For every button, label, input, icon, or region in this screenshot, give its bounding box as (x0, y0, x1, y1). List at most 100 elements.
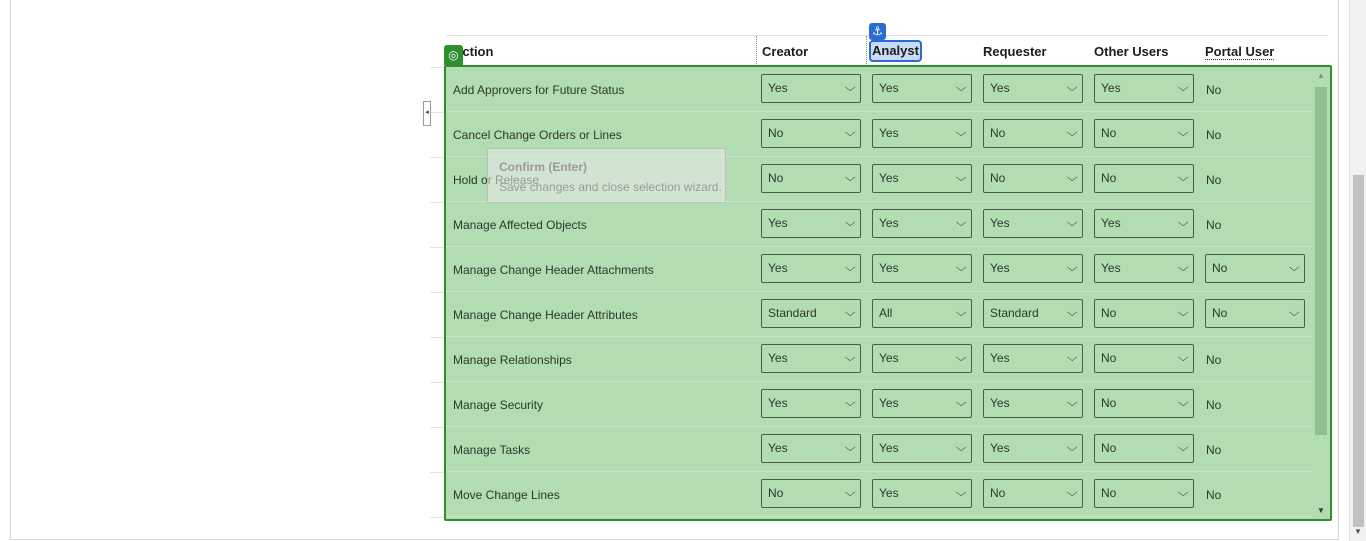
select-value: Yes (879, 216, 899, 230)
selection-overlay[interactable]: Add Approvers for Future Status Yes ⌵ Yes ⌵ Y… (444, 65, 1332, 521)
select-value: No (1101, 351, 1117, 365)
page-scrollbar-thumb[interactable] (1353, 175, 1364, 527)
analyst-select[interactable]: Yes ⌵ (872, 479, 972, 508)
select-value: Yes (879, 171, 899, 185)
chevron-down-icon: ⌵ (844, 217, 856, 229)
chevron-down-icon: ⌵ (1177, 442, 1189, 454)
creator-select[interactable]: Yes ⌵ (761, 344, 861, 373)
select-value: Yes (768, 81, 788, 95)
select-value: No (990, 126, 1006, 140)
analyst-select[interactable]: Yes ⌵ (872, 254, 972, 283)
requester-select[interactable]: No ⌵ (983, 479, 1083, 508)
scroll-down-arrow-icon[interactable]: ▼ (1317, 506, 1325, 515)
requester-select[interactable]: Yes ⌵ (983, 434, 1083, 463)
other-users-select[interactable]: Yes ⌵ (1094, 254, 1194, 283)
analyst-select[interactable]: Yes ⌵ (872, 164, 972, 193)
action-label: Manage Change Header Attributes (453, 308, 638, 322)
select-value: No (1101, 126, 1117, 140)
select-value: Yes (879, 486, 899, 500)
requester-select[interactable]: Yes ⌵ (983, 209, 1083, 238)
select-value: Yes (879, 396, 899, 410)
select-value: Yes (990, 261, 1010, 275)
analyst-select[interactable]: Yes ⌵ (872, 344, 972, 373)
portal-user-value: No (1206, 128, 1222, 142)
requester-select[interactable]: Yes ⌵ (983, 389, 1083, 418)
scroll-down-arrow-icon[interactable]: ▼ (1354, 528, 1362, 536)
chevron-down-icon: ⌵ (1288, 307, 1300, 319)
analyst-select[interactable]: Yes ⌵ (872, 434, 972, 463)
select-value: No (768, 486, 784, 500)
other-users-select[interactable]: No ⌵ (1094, 389, 1194, 418)
header-portal-user[interactable]: Portal User (1205, 44, 1275, 60)
select-value: Yes (990, 396, 1010, 410)
page-scrollbar[interactable]: ▼ (1349, 0, 1366, 541)
anchor-icon[interactable]: ⚓ (869, 23, 886, 40)
chevron-down-icon: ⌵ (955, 442, 967, 454)
portal-user-value: No (1206, 353, 1222, 367)
creator-select[interactable]: No ⌵ (761, 479, 861, 508)
creator-select[interactable]: Standard ⌵ (761, 299, 861, 328)
scroll-up-arrow-icon[interactable]: ▲ (1317, 71, 1325, 80)
select-value: No (768, 126, 784, 140)
chevron-down-icon: ⌵ (1066, 397, 1078, 409)
creator-select[interactable]: Yes ⌵ (761, 254, 861, 283)
requester-select[interactable]: No ⌵ (983, 119, 1083, 148)
creator-select[interactable]: Yes ⌵ (761, 209, 861, 238)
action-label: Manage Tasks (453, 443, 531, 457)
select-value: Yes (879, 441, 899, 455)
requester-select[interactable]: Standard ⌵ (983, 299, 1083, 328)
other-users-select[interactable]: Yes ⌵ (1094, 74, 1194, 103)
other-users-select[interactable]: No ⌵ (1094, 344, 1194, 373)
grid-scrollbar-thumb[interactable] (1315, 87, 1327, 435)
grid-scrollbar[interactable]: ▲ ▼ (1315, 71, 1327, 517)
creator-select[interactable]: No ⌵ (761, 164, 861, 193)
select-value: No (1101, 306, 1117, 320)
requester-select[interactable]: Yes ⌵ (983, 344, 1083, 373)
select-value: Standard (990, 306, 1039, 320)
collapse-left-icon[interactable]: ◂ (423, 101, 431, 126)
chevron-down-icon: ⌵ (844, 307, 856, 319)
analyst-select[interactable]: Yes ⌵ (872, 389, 972, 418)
table-row: Add Approvers for Future Status Yes ⌵ Yes ⌵ Y… (446, 67, 1312, 112)
chevron-down-icon: ⌵ (844, 172, 856, 184)
tooltip-title: Confirm (Enter) (499, 160, 587, 174)
portal-user-value: No (1206, 83, 1222, 97)
requester-select[interactable]: Yes ⌵ (983, 254, 1083, 283)
requester-select[interactable]: Yes ⌵ (983, 74, 1083, 103)
header-creator[interactable]: Creator (762, 44, 808, 59)
select-value: No (1101, 171, 1117, 185)
action-label: Manage Security (453, 398, 544, 412)
select-value: Yes (879, 351, 899, 365)
other-users-select[interactable]: No ⌵ (1094, 299, 1194, 328)
creator-select[interactable]: Yes ⌵ (761, 389, 861, 418)
creator-select[interactable]: No ⌵ (761, 119, 861, 148)
creator-select[interactable]: Yes ⌵ (761, 74, 861, 103)
chevron-down-icon: ⌵ (1177, 397, 1189, 409)
chevron-down-icon: ⌵ (955, 172, 967, 184)
table-row: Manage Affected Objects Yes ⌵ Yes ⌵ Yes ⌵ Yes ⌵ N… (446, 202, 1312, 247)
header-other-users[interactable]: Other Users (1094, 44, 1168, 59)
creator-select[interactable]: Yes ⌵ (761, 434, 861, 463)
tooltip-description: Save changes and close selection wizard. (499, 180, 722, 194)
action-label: Move Change Lines (453, 488, 560, 502)
table-row: Move Change Lines No ⌵ Yes ⌵ No ⌵ No ⌵ No (446, 472, 1312, 517)
select-value: Yes (879, 81, 899, 95)
other-users-select[interactable]: No ⌵ (1094, 479, 1194, 508)
analyst-select[interactable]: All ⌵ (872, 299, 972, 328)
other-users-select[interactable]: No ⌵ (1094, 164, 1194, 193)
analyst-select[interactable]: Yes ⌵ (872, 209, 972, 238)
analyst-select[interactable]: Yes ⌵ (872, 119, 972, 148)
requester-select[interactable]: No ⌵ (983, 164, 1083, 193)
target-icon[interactable]: ◎ (444, 45, 463, 65)
analyst-select[interactable]: Yes ⌵ (872, 74, 972, 103)
portal-user-select[interactable]: No ⌵ (1205, 254, 1305, 283)
chevron-down-icon: ⌵ (1177, 307, 1189, 319)
other-users-select[interactable]: No ⌵ (1094, 119, 1194, 148)
select-value: Yes (768, 216, 788, 230)
other-users-select[interactable]: Yes ⌵ (1094, 209, 1194, 238)
portal-user-select[interactable]: No ⌵ (1205, 299, 1305, 328)
select-value: Yes (990, 441, 1010, 455)
header-requester[interactable]: Requester (983, 44, 1047, 59)
other-users-select[interactable]: No ⌵ (1094, 434, 1194, 463)
header-analyst[interactable]: Analyst (869, 40, 922, 62)
